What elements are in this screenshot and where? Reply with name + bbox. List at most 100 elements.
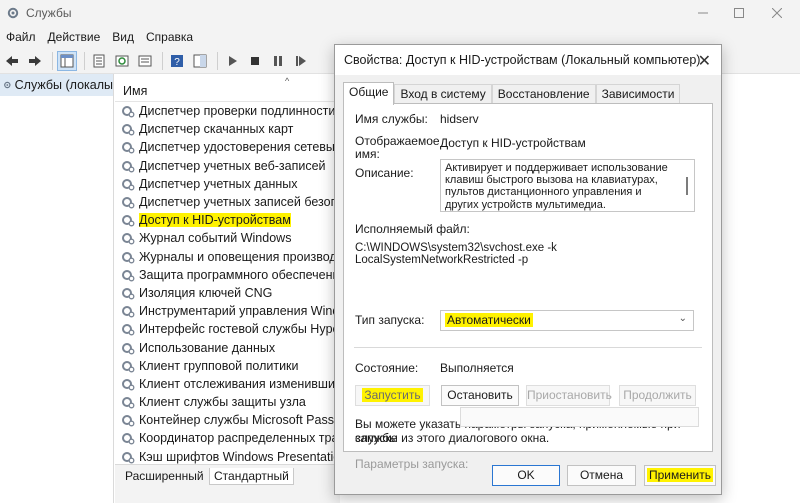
tree-node-label: Службы (локалы <box>14 78 113 92</box>
menu-action[interactable]: Действие <box>42 30 107 44</box>
maximize-button[interactable] <box>722 0 756 26</box>
export-list-button[interactable] <box>135 51 155 71</box>
description-box[interactable]: Активирует и поддерживает использование … <box>440 159 695 212</box>
service-row[interactable]: Журнал событий Windows <box>115 229 340 247</box>
service-row[interactable]: Клиент групповой политики <box>115 357 340 375</box>
service-row[interactable]: Журналы и оповещения производит <box>115 248 340 266</box>
tab-standard[interactable]: Стандартный <box>209 468 294 485</box>
startup-type-select[interactable]: Автоматически ⌄ <box>440 310 694 331</box>
dialog-title: Свойства: Доступ к HID-устройствам (Лока… <box>344 53 701 67</box>
ok-button-label: OK <box>517 468 535 482</box>
service-name-label: Имя службы: <box>355 112 428 126</box>
column-header-name[interactable]: ^ Имя <box>115 74 340 102</box>
startup-type-label: Тип запуска: <box>355 313 425 327</box>
services-list: ^ Имя Диспетчер проверки подлинности Xb Д… <box>115 74 340 464</box>
display-name-label-line2: имя: <box>355 147 380 161</box>
service-row[interactable]: Доступ к HID-устройствам <box>115 211 340 229</box>
startup-type-value: Автоматически <box>445 313 533 327</box>
tab-recovery[interactable]: Восстановление <box>491 84 596 104</box>
service-gear-icon <box>122 178 135 191</box>
tab-general[interactable]: Общие <box>343 82 395 105</box>
start-button[interactable]: Запустить <box>355 385 430 406</box>
service-row[interactable]: Использование данных <box>115 338 340 356</box>
apply-button[interactable]: Применить <box>644 465 716 486</box>
minimize-button[interactable] <box>686 0 720 26</box>
tree-node-services[interactable]: Службы (локалы <box>0 74 113 96</box>
restart-service-button[interactable] <box>291 51 311 71</box>
help-icon: ? <box>171 54 183 68</box>
divider <box>354 347 702 348</box>
stop-service-button[interactable] <box>245 51 265 71</box>
service-gear-icon <box>122 306 135 318</box>
menu-file[interactable]: Файл <box>0 30 42 44</box>
pause-button[interactable]: Приостановить <box>526 385 612 406</box>
tab-logon[interactable]: Вход в систему <box>394 84 492 104</box>
service-row-label: Использование данных <box>139 340 276 355</box>
display-name-label-line1: Отображаемое <box>355 134 440 148</box>
description-text: Активирует и поддерживает использование … <box>445 162 668 211</box>
play-icon <box>229 55 237 66</box>
chevron-down-icon: ⌄ <box>678 313 687 324</box>
services-gear-icon <box>4 81 11 89</box>
dialog-close-icon[interactable]: ✕ <box>698 51 711 71</box>
service-row[interactable]: Клиент отслеживания изменившихся <box>115 375 340 393</box>
start-button-label: Запустить <box>362 388 423 402</box>
service-gear-icon <box>122 287 135 300</box>
service-row[interactable]: Изоляция ключей CNG <box>115 284 340 302</box>
service-row-label: Диспетчер проверки подлинности Xb <box>139 104 340 119</box>
service-gear-icon <box>122 451 135 464</box>
maximize-icon <box>734 8 744 18</box>
tab-dependencies[interactable]: Зависимости <box>595 84 681 104</box>
dialog-title-bar: Свойства: Доступ к HID-устройствам (Лока… <box>335 45 721 75</box>
executable-label: Исполняемый файл: <box>355 222 470 236</box>
service-row-label: Диспетчер учетных данных <box>139 176 298 191</box>
service-gear-icon <box>122 360 135 373</box>
console-tree-button[interactable] <box>57 50 77 71</box>
close-button[interactable] <box>760 0 794 26</box>
service-row[interactable]: Диспетчер учетных веб-записей <box>115 157 340 175</box>
service-row-label: Кэш шрифтов Windows Presentation I <box>139 449 340 464</box>
back-button[interactable] <box>2 51 22 71</box>
start-service-button[interactable] <box>222 51 242 71</box>
cancel-button[interactable]: Отмена <box>567 465 636 486</box>
pause-button-label: Приостановить <box>527 388 612 402</box>
service-row[interactable]: Защита программного обеспечения <box>115 266 340 284</box>
service-row-label: Интерфейс гостевой службы Hyper-V <box>139 322 340 337</box>
tab-extended[interactable]: Расширенный <box>121 468 208 485</box>
ok-button[interactable]: OK <box>492 465 560 486</box>
display-name-value: Доступ к HID-устройствам <box>440 136 586 150</box>
menu-help[interactable]: Справка <box>140 30 199 44</box>
service-row-label: Инструментарий управления Window <box>139 304 340 319</box>
service-row[interactable]: Интерфейс гостевой службы Hyper-V <box>115 320 340 338</box>
refresh-button[interactable] <box>112 51 132 71</box>
show-hide-button[interactable] <box>190 51 210 71</box>
refresh-icon <box>115 55 129 66</box>
stop-button[interactable]: Остановить <box>441 385 519 406</box>
services-rows: Диспетчер проверки подлинности Xb Диспетч… <box>115 102 340 466</box>
service-name-value: hidserv <box>440 112 479 126</box>
general-tab-panel: Имя службы: hidserv Отображаемое имя: До… <box>343 103 713 471</box>
service-row[interactable]: Диспетчер учетных данных <box>115 175 340 193</box>
help-button[interactable]: ? <box>167 51 187 71</box>
scrollbar-thumb[interactable] <box>686 177 688 195</box>
service-row[interactable]: Диспетчер проверки подлинности Xb <box>115 102 340 120</box>
service-gear-icon <box>122 342 135 354</box>
status-label: Состояние: <box>355 361 419 375</box>
service-row-label: Клиент службы защиты узла <box>139 395 306 410</box>
resume-button[interactable]: Продолжить <box>619 385 696 406</box>
service-row[interactable]: Диспетчер учетных записей безопас <box>115 193 340 211</box>
back-arrow-icon <box>6 55 18 66</box>
service-row[interactable]: Диспетчер скачанных карт <box>115 120 340 138</box>
service-gear-icon <box>122 233 135 245</box>
menu-view[interactable]: Вид <box>106 30 140 44</box>
pause-service-button[interactable] <box>268 51 288 71</box>
service-row[interactable]: Диспетчер удостоверения сетевых уч <box>115 138 340 156</box>
service-row[interactable]: Контейнер службы Microsoft Passport <box>115 411 340 429</box>
forward-button[interactable] <box>25 51 45 71</box>
start-params-input[interactable] <box>460 407 699 427</box>
service-row[interactable]: Клиент службы защиты узла <box>115 393 340 411</box>
service-row[interactable]: Инструментарий управления Window <box>115 302 340 320</box>
properties-button[interactable] <box>89 51 109 71</box>
close-icon <box>772 8 782 18</box>
service-row[interactable]: Координатор распределенных транз <box>115 429 340 447</box>
